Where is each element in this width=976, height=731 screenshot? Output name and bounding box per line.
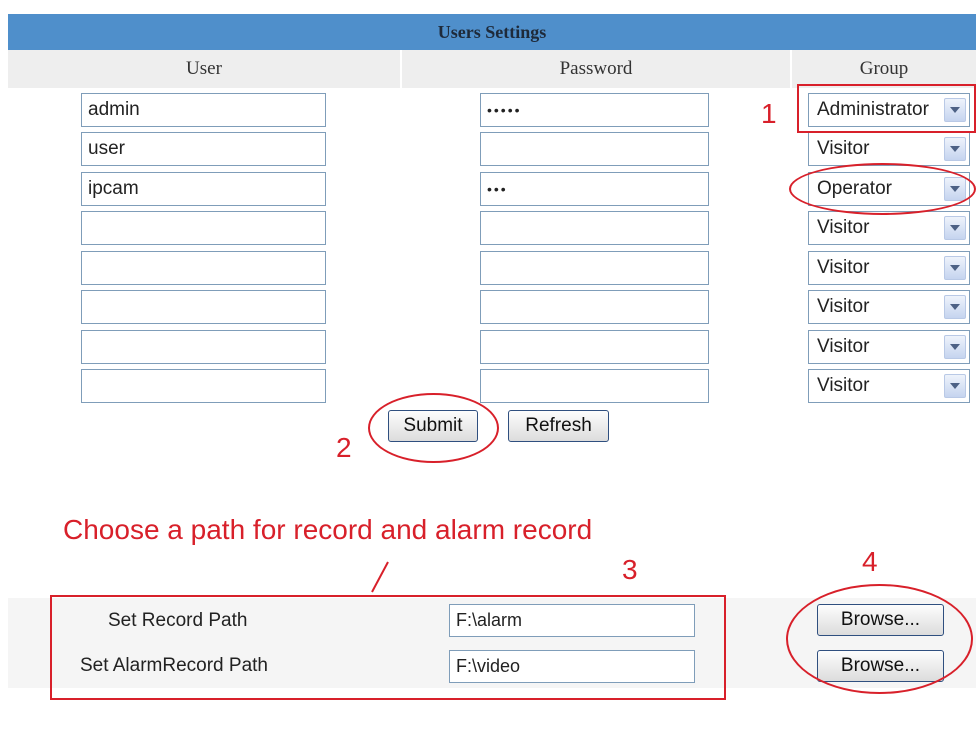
user-field-6[interactable]	[81, 290, 326, 324]
group-select-value: Visitor	[817, 296, 870, 317]
highlight-ellipse-browse	[786, 584, 973, 694]
group-select-value: Visitor	[817, 138, 870, 159]
column-header-user: User	[8, 50, 400, 88]
group-select-value: Visitor	[817, 257, 870, 278]
password-field-3[interactable]: •••	[480, 172, 709, 206]
highlight-box-record-paths	[50, 595, 726, 700]
chevron-down-icon[interactable]	[944, 374, 966, 398]
user-field-5[interactable]	[81, 251, 326, 285]
annotation-caption: Choose a path for record and alarm recor…	[63, 514, 593, 545]
chevron-down-icon[interactable]	[944, 256, 966, 280]
highlight-box-administrator	[797, 84, 976, 133]
users-settings-title: Users Settings	[8, 14, 976, 50]
user-field-4[interactable]	[81, 211, 326, 245]
column-header-group: Group	[792, 50, 976, 88]
password-field-6[interactable]	[480, 290, 709, 324]
password-field-2[interactable]	[480, 132, 709, 166]
user-field-8[interactable]	[81, 369, 326, 403]
group-select-value: Visitor	[817, 336, 870, 357]
password-field-5[interactable]	[480, 251, 709, 285]
password-field-1[interactable]: •••••	[480, 93, 709, 127]
annotation-marker-2: 2	[336, 432, 352, 463]
password-field-4[interactable]	[480, 211, 709, 245]
chevron-down-icon[interactable]	[944, 216, 966, 240]
group-select-8[interactable]: Visitor	[808, 369, 970, 403]
user-field-1[interactable]: admin	[81, 93, 326, 127]
user-field-3[interactable]: ipcam	[81, 172, 326, 206]
annotation-pointer-line	[371, 561, 389, 593]
annotation-marker-1: 1	[761, 98, 777, 129]
group-select-4[interactable]: Visitor	[808, 211, 970, 245]
highlight-ellipse-submit	[368, 393, 499, 463]
group-select-6[interactable]: Visitor	[808, 290, 970, 324]
user-field-2[interactable]: user	[81, 132, 326, 166]
annotation-marker-3: 3	[622, 554, 638, 585]
group-select-value: Visitor	[817, 217, 870, 238]
column-header-password: Password	[402, 50, 790, 88]
group-select-5[interactable]: Visitor	[808, 251, 970, 285]
chevron-down-icon[interactable]	[944, 335, 966, 359]
chevron-down-icon[interactable]	[944, 137, 966, 161]
refresh-button[interactable]: Refresh	[508, 410, 609, 442]
chevron-down-icon[interactable]	[944, 295, 966, 319]
group-select-2[interactable]: Visitor	[808, 132, 970, 166]
annotation-marker-4: 4	[862, 546, 878, 577]
password-field-7[interactable]	[480, 330, 709, 364]
password-field-8[interactable]	[480, 369, 709, 403]
group-select-value: Visitor	[817, 375, 870, 396]
highlight-ellipse-operator	[789, 163, 976, 215]
user-field-7[interactable]	[81, 330, 326, 364]
group-select-7[interactable]: Visitor	[808, 330, 970, 364]
